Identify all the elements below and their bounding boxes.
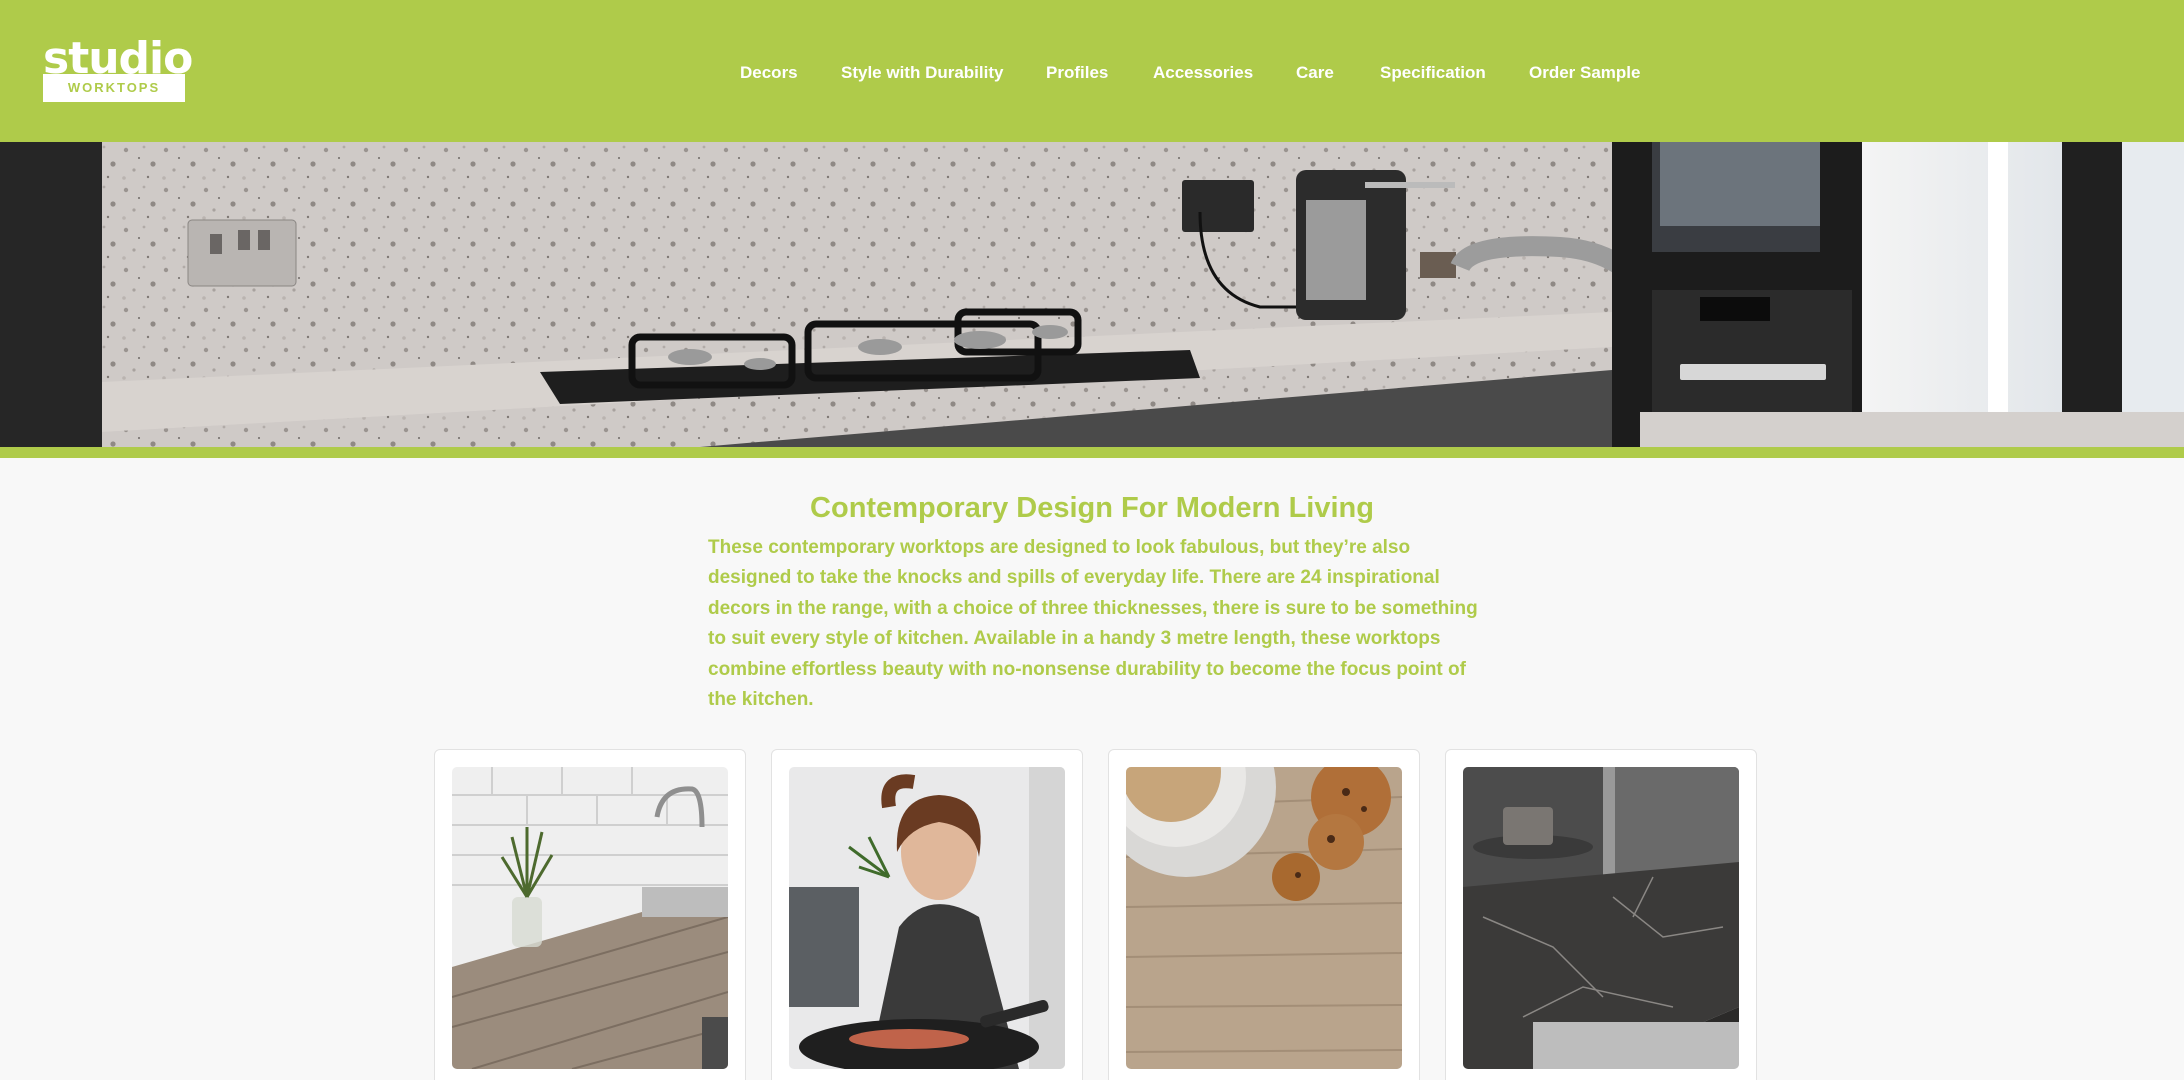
nav-item-specification[interactable]: Specification [1380,60,1486,86]
nav-item-style-with-durability[interactable]: Style with Durability [841,60,1003,86]
nav-item-accessories[interactable]: Accessories [1153,60,1253,86]
nav-item-care[interactable]: Care [1296,60,1334,86]
nav-item-order-sample[interactable]: Order Sample [1529,60,1641,86]
gallery-card[interactable] [434,749,746,1080]
hero-kitchen-image [0,142,2184,447]
intro-body: These contemporary worktops are designed… [708,537,1478,711]
intro-title: Contemporary Design For Modern Living [810,492,1374,524]
nav-item-profiles[interactable]: Profiles [1046,60,1108,86]
gallery-card[interactable] [1445,749,1757,1080]
studio-worktops-logo[interactable]: studio WORKTOPS [43,36,193,102]
card-image-coffee-cookies [1126,767,1402,1069]
logo-tagline: WORKTOPS [67,80,161,95]
hero-illustration [0,142,2184,447]
gallery-card[interactable] [771,749,1083,1080]
hero-accent-band [0,447,2184,458]
nav-item-decors[interactable]: Decors [740,60,798,86]
card-image-dark-marble [1463,767,1739,1069]
site-header: studio WORKTOPS Decors Style with Durabi… [0,0,2184,142]
gallery-card[interactable] [1108,749,1420,1080]
card-image-woman-cooking [789,767,1065,1069]
card-image-oak-worktop [452,767,728,1069]
